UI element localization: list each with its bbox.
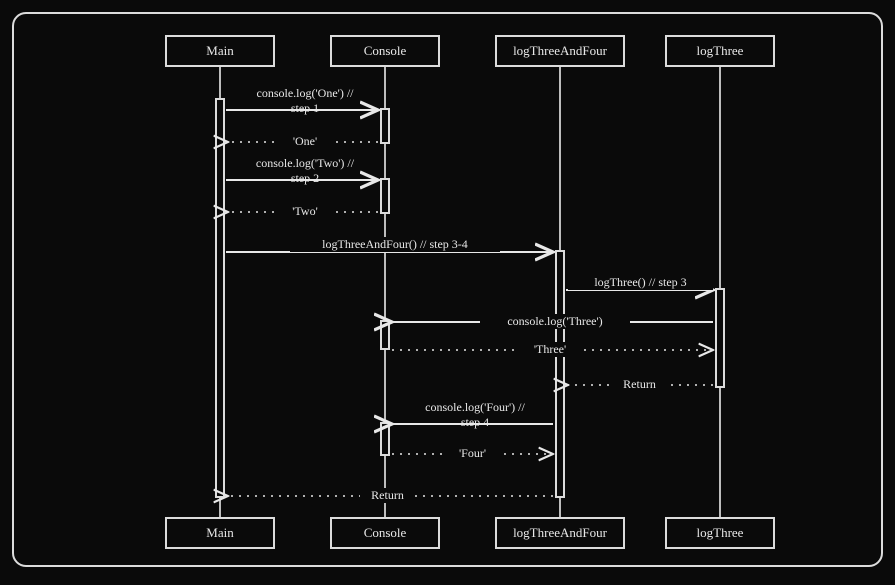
msg-log-four: console.log('Four') // step 4	[400, 400, 550, 430]
label: Main	[206, 43, 233, 59]
label: logThreeAndFour	[513, 43, 607, 59]
participant-logthree-bottom: logThree	[665, 517, 775, 549]
return-one: 'One'	[275, 134, 335, 149]
participant-console-bottom: Console	[330, 517, 440, 549]
activation-main	[215, 98, 225, 498]
label: logThree	[697, 43, 744, 59]
label: Console	[364, 525, 407, 541]
return-main: Return	[360, 488, 415, 503]
activation-console-4	[380, 422, 390, 456]
msg-log-two: console.log('Two') // step 2	[240, 156, 370, 186]
participant-logthreeandfour-top: logThreeAndFour	[495, 35, 625, 67]
participant-main-bottom: Main	[165, 517, 275, 549]
activation-logthreeandfour	[555, 250, 565, 498]
return-logthree: Return	[612, 377, 667, 392]
activation-logthree	[715, 288, 725, 388]
participant-logthree-top: logThree	[665, 35, 775, 67]
activation-console-3	[380, 320, 390, 350]
msg-logthree: logThree() // step 3	[568, 275, 713, 290]
msg-logthreeandfour: logThreeAndFour() // step 3-4	[290, 237, 500, 252]
label: logThreeAndFour	[513, 525, 607, 541]
return-four: 'Four'	[445, 446, 500, 461]
label: logThree	[697, 525, 744, 541]
participant-main-top: Main	[165, 35, 275, 67]
label: Console	[364, 43, 407, 59]
return-two: 'Two'	[275, 204, 335, 219]
participant-console-top: Console	[330, 35, 440, 67]
return-three: 'Three'	[520, 342, 580, 357]
msg-log-three: console.log('Three')	[480, 314, 630, 329]
diagram-frame	[12, 12, 883, 567]
activation-console-1	[380, 108, 390, 144]
participant-logthreeandfour-bottom: logThreeAndFour	[495, 517, 625, 549]
label: Main	[206, 525, 233, 541]
activation-console-2	[380, 178, 390, 214]
msg-log-one: console.log('One') // step 1	[240, 86, 370, 116]
